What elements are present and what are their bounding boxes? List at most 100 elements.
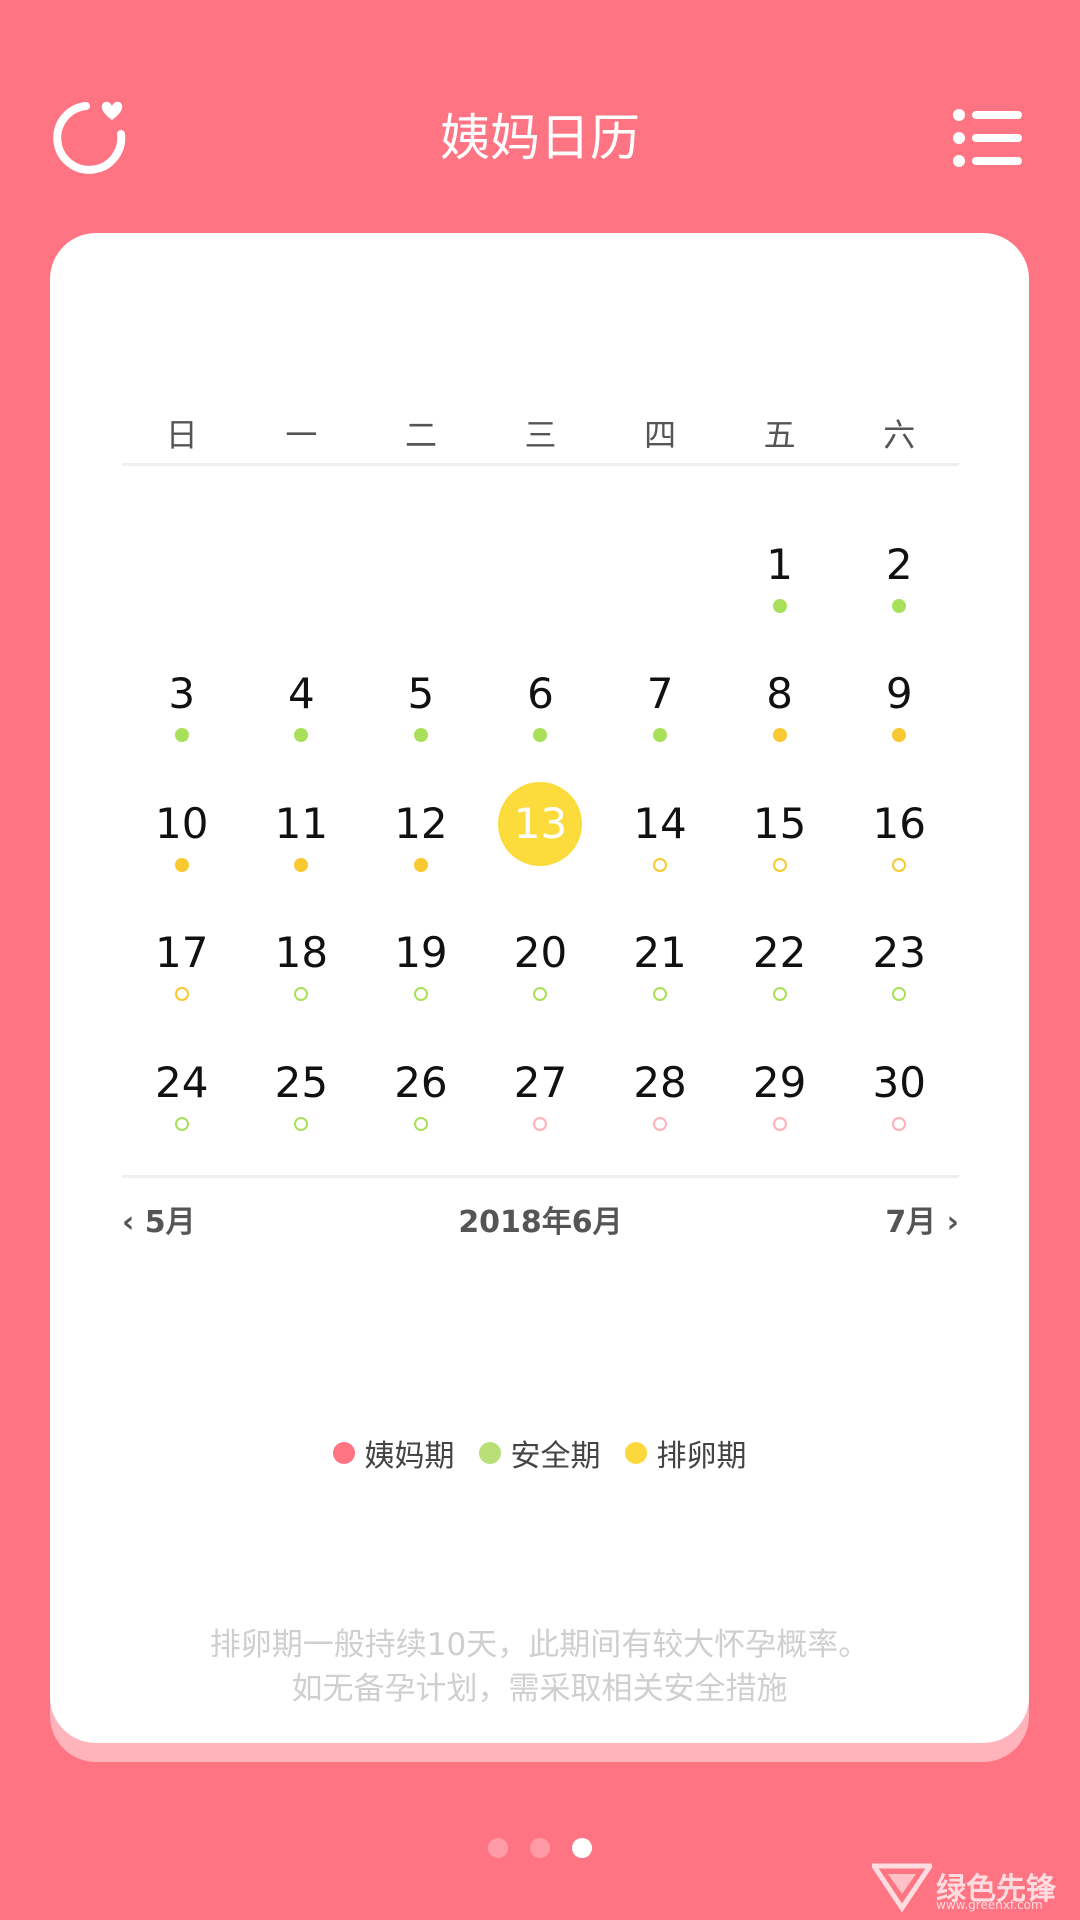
day-number: 16 <box>872 798 926 848</box>
day-cell[interactable]: 12 <box>361 782 481 911</box>
watermark-logo: 绿色先锋 www.greenxf.com <box>872 1862 1072 1914</box>
day-cell[interactable]: 24 <box>122 1041 242 1170</box>
status-dot-ovulation <box>413 857 428 872</box>
day-number: 28 <box>633 1057 687 1107</box>
day-cell[interactable]: 4 <box>242 652 362 781</box>
note-line-1: 排卵期一般持续10天，此期间有较大怀孕概率。 <box>209 1627 870 1663</box>
day-cell[interactable]: 15 <box>720 782 840 911</box>
day-cell[interactable]: 25 <box>242 1041 362 1170</box>
status-dot-safe <box>294 728 309 743</box>
day-cell[interactable]: 26 <box>361 1041 481 1170</box>
day-number: 14 <box>633 798 687 848</box>
day-number: 24 <box>155 1057 209 1107</box>
status-dot-ovulation <box>174 857 189 872</box>
divider-top <box>122 463 959 466</box>
day-number: 11 <box>274 798 329 848</box>
day-cell[interactable]: 14 <box>600 782 720 911</box>
day-cell-today[interactable]: 13 <box>481 781 601 911</box>
next-month-button[interactable]: 7月 › <box>885 1193 959 1253</box>
status-dot-ovulation <box>174 987 189 1002</box>
status-dot-safe <box>892 987 907 1002</box>
note-line-2: 如无备孕计划，需采取相关安全措施 <box>291 1671 788 1707</box>
day-cell[interactable]: 6 <box>481 652 601 781</box>
day-cell-empty <box>361 523 481 652</box>
status-dot-safe <box>533 728 548 743</box>
weekday-header: 日 一 二 三 四 五 六 <box>122 405 959 465</box>
status-dot-safe <box>772 599 787 613</box>
day-cell[interactable]: 8 <box>720 652 840 781</box>
day-number: 3 <box>168 669 196 719</box>
day-cell[interactable]: 7 <box>600 652 720 781</box>
page-dot-3-active[interactable] <box>572 1838 592 1858</box>
status-dot-safe <box>653 728 668 743</box>
status-dot-safe <box>174 728 189 743</box>
divider-bottom <box>122 1175 959 1178</box>
day-number: 9 <box>885 669 913 719</box>
status-dot-safe <box>294 1116 309 1131</box>
day-cell[interactable]: 23 <box>839 911 959 1040</box>
day-number: 23 <box>872 928 926 978</box>
weekday-mon: 一 <box>285 416 318 454</box>
day-cell[interactable]: 11 <box>242 782 362 911</box>
status-dot-period <box>653 1116 668 1131</box>
day-cell[interactable]: 22 <box>720 911 840 1040</box>
day-number: 15 <box>752 798 807 848</box>
status-dot-ovulation <box>653 857 668 872</box>
day-cell[interactable]: 10 <box>122 782 242 911</box>
weekday-sat: 六 <box>883 416 916 454</box>
status-dot-ovulation <box>892 857 907 872</box>
app-header: 姨妈日历 <box>0 0 1080 230</box>
status-dot-safe <box>413 987 428 1002</box>
day-cell-empty <box>481 523 601 652</box>
status-dot-safe <box>294 987 309 1002</box>
day-number: 7 <box>646 669 674 719</box>
day-cell[interactable]: 16 <box>839 782 959 911</box>
day-number: 18 <box>274 928 329 978</box>
day-cell[interactable]: 29 <box>720 1041 840 1170</box>
day-number: 2 <box>885 540 913 589</box>
day-cell[interactable]: 17 <box>122 911 242 1040</box>
status-dot-safe <box>653 987 668 1002</box>
status-dot-safe <box>413 728 428 743</box>
day-cell[interactable]: 27 <box>481 1041 601 1170</box>
day-number: 8 <box>766 669 793 719</box>
day-number: 10 <box>155 798 209 848</box>
day-number: 1 <box>766 540 793 589</box>
weekday-fri: 五 <box>763 416 796 454</box>
page-dot-2[interactable] <box>530 1838 550 1858</box>
day-cell[interactable]: 1 <box>720 523 840 652</box>
day-number: 13 <box>513 798 568 848</box>
day-number: 22 <box>752 928 807 978</box>
day-number: 17 <box>155 928 209 978</box>
day-cell[interactable]: 28 <box>600 1041 720 1170</box>
day-cell-empty <box>122 523 242 652</box>
day-number: 19 <box>394 928 448 978</box>
calendar-grid: 1 2 3 4 5 6 7 8 9 10 11 12 13 14 15 16 17 18 19 20 21 22 23 24 2… <box>122 523 959 1173</box>
day-cell[interactable]: 3 <box>122 652 242 781</box>
day-number: 25 <box>274 1057 329 1107</box>
legend: 姨妈期 安全期 排卵期 <box>50 1423 1029 1483</box>
status-dot-period <box>533 1116 548 1131</box>
day-cell[interactable]: 9 <box>839 652 959 781</box>
status-dot-safe <box>892 599 907 613</box>
status-dot-ovulation <box>892 728 907 743</box>
day-cell[interactable]: 18 <box>242 911 362 1040</box>
page-dot-1[interactable] <box>488 1838 508 1858</box>
day-cell[interactable]: 19 <box>361 911 481 1040</box>
day-cell[interactable]: 20 <box>481 911 601 1040</box>
month-nav: ‹ 5月 2018年6月 7月 › <box>122 1193 959 1253</box>
status-dot-safe <box>174 1116 189 1131</box>
status-dot-safe <box>413 1116 428 1131</box>
weekday-tue: 二 <box>404 416 437 454</box>
legend-dot-ovulation <box>624 1442 647 1464</box>
status-dot-ovulation <box>772 857 787 872</box>
weekday-sun: 日 <box>165 416 198 454</box>
day-cell[interactable]: 5 <box>361 652 481 781</box>
status-dot-safe <box>772 987 787 1002</box>
info-note: 排卵期一般持续10天，此期间有较大怀孕概率。 如无备孕计划，需采取相关安全措施 <box>50 1623 1029 1711</box>
day-cell[interactable]: 2 <box>839 523 959 652</box>
day-number: 27 <box>513 1057 568 1107</box>
list-menu-icon[interactable] <box>952 108 1024 168</box>
day-cell[interactable]: 21 <box>600 911 720 1040</box>
day-cell[interactable]: 30 <box>839 1041 959 1170</box>
